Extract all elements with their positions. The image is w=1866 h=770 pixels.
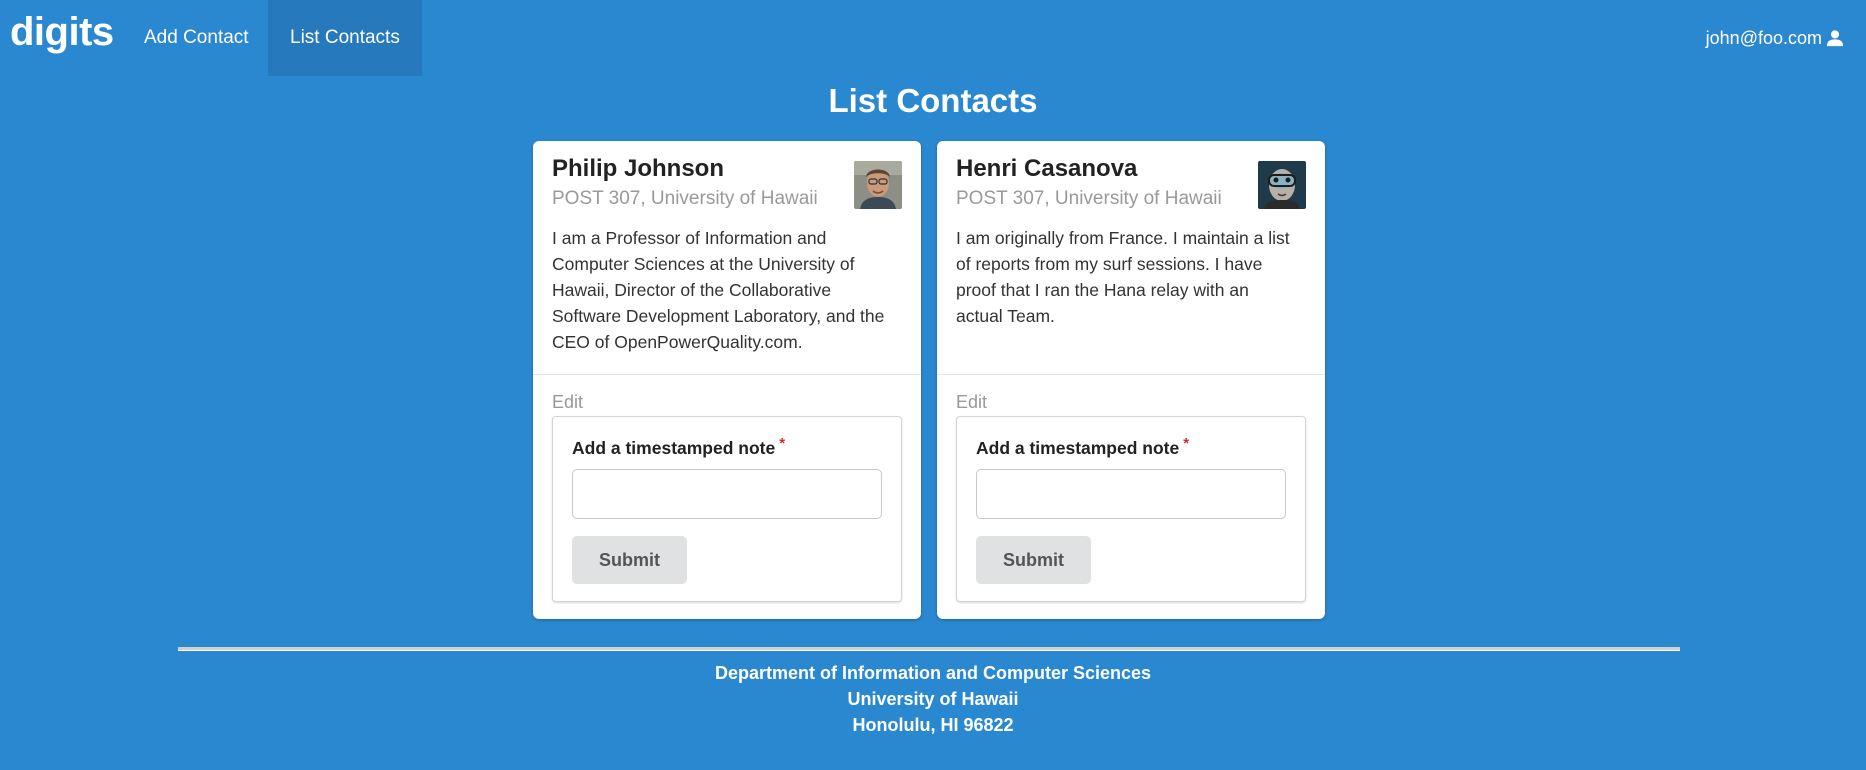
note-input[interactable]	[976, 469, 1286, 519]
contact-description: I am a Professor of Information and Comp…	[552, 228, 885, 352]
note-label: Add a timestamped note *	[572, 435, 786, 458]
nav-list-contacts[interactable]: List Contacts	[268, 0, 422, 76]
note-label: Add a timestamped note *	[976, 435, 1190, 458]
footer-university: University of Hawaii	[847, 689, 1019, 709]
nav-add-contact[interactable]: Add Contact	[122, 0, 271, 76]
edit-link[interactable]: Edit	[552, 392, 583, 413]
card-divider	[533, 374, 921, 375]
footer: Department of Information and Computer S…	[0, 660, 1866, 738]
user-icon	[1826, 30, 1844, 47]
contact-name: Henri Casanova	[956, 155, 1138, 182]
note-form: Add a timestamped note * Submit	[552, 416, 902, 602]
note-form: Add a timestamped note * Submit	[956, 416, 1306, 602]
brand-logo[interactable]: digits	[10, 10, 114, 55]
page-title: List Contacts	[828, 82, 1038, 119]
footer-address: Honolulu, HI 96822	[852, 715, 1014, 735]
contact-card: Philip Johnson POST 307, University of H…	[533, 141, 921, 619]
contact-address: POST 307, University of Hawaii	[956, 188, 1222, 209]
user-menu[interactable]: john@foo.com	[1706, 0, 1844, 76]
card-divider	[937, 374, 1325, 375]
submit-button[interactable]: Submit	[976, 536, 1091, 584]
avatar	[854, 161, 902, 209]
contact-name: Philip Johnson	[552, 155, 724, 182]
contacts-grid: Philip Johnson POST 307, University of H…	[533, 141, 1325, 619]
top-navbar: digits Add Contact List Contacts john@fo…	[0, 0, 1866, 76]
user-email: john@foo.com	[1705, 28, 1822, 48]
footer-divider	[178, 647, 1680, 651]
required-asterisk: *	[1183, 435, 1190, 452]
note-input[interactable]	[572, 469, 882, 519]
contact-card: Henri Casanova POST 307, University of H…	[937, 141, 1325, 619]
required-asterisk: *	[779, 435, 786, 452]
submit-button[interactable]: Submit	[572, 536, 687, 584]
edit-link[interactable]: Edit	[956, 392, 987, 413]
avatar	[1258, 161, 1306, 209]
footer-department: Department of Information and Computer S…	[714, 663, 1152, 683]
contact-description: I am originally from France. I maintain …	[956, 228, 1290, 326]
contact-address: POST 307, University of Hawaii	[552, 188, 818, 209]
